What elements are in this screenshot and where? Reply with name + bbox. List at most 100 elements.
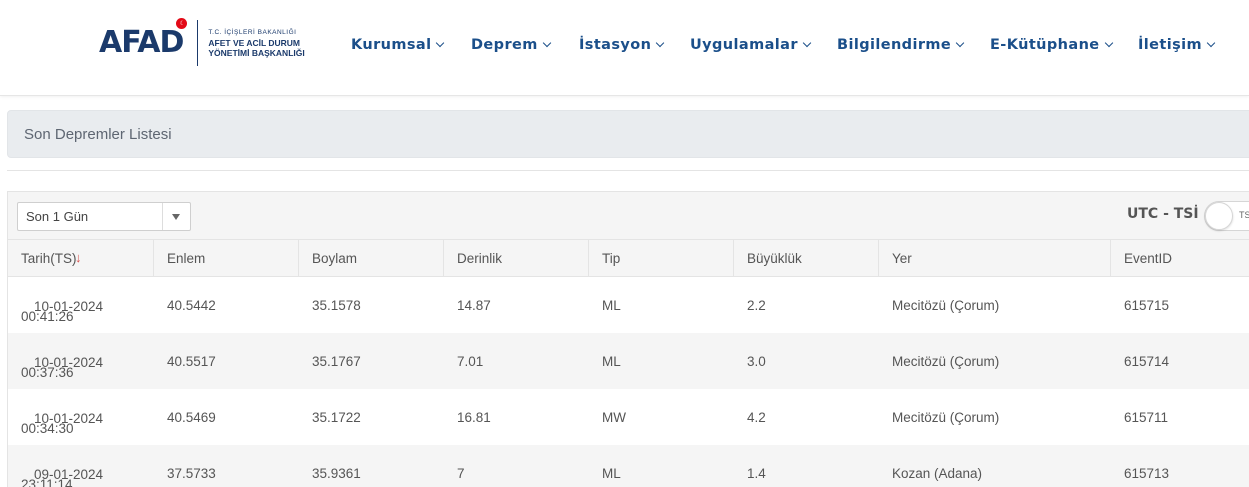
- chevron-down-icon: [802, 38, 812, 48]
- sort-desc-icon[interactable]: ↓: [75, 250, 82, 265]
- earthquake-table-panel: Son 1 Gün UTC - TSİ TSİ Tarih(TS) ↓ Enle…: [7, 191, 1249, 487]
- cell-date: 09-01-2024 23:11:14: [8, 445, 154, 487]
- logo-title-line2: YÖNETİMİ BAŞKANLIĞI: [208, 48, 305, 58]
- crescent-star-icon: ☾: [176, 18, 188, 29]
- date-text: 09-01-2024: [34, 467, 104, 482]
- chevron-down-icon: [656, 38, 665, 48]
- column-header-date[interactable]: Tarih(TS) ↓: [8, 240, 154, 277]
- nav-label: İstasyon: [579, 37, 652, 53]
- column-header-event-id[interactable]: EventID: [1111, 240, 1249, 277]
- column-label: Boylam: [312, 251, 358, 266]
- cell-date: 10-01-2024 00:37:36: [8, 333, 154, 389]
- event-id-text: 615711: [1124, 410, 1169, 425]
- logo-divider: [197, 20, 199, 66]
- event-id-text: 615713: [1124, 466, 1170, 481]
- latitude-text: 40.5517: [167, 354, 216, 369]
- location-text: Mecitözü (Çorum): [892, 354, 1000, 369]
- page-title-bar: Son Depremler Listesi: [7, 110, 1249, 158]
- toggle-text: TSİ: [1239, 210, 1249, 220]
- chevron-down-icon: [436, 38, 445, 48]
- column-label: Tarih(TS): [21, 251, 77, 266]
- nav-item-deprem[interactable]: Deprem: [471, 37, 551, 53]
- event-id-text: 615714: [1124, 354, 1170, 369]
- nav-item-iletisim[interactable]: İletişim: [1138, 37, 1216, 53]
- site-header: AFAD ☾ T.C. İÇİŞLERİ BAKANLIĞI AFET VE A…: [0, 0, 1249, 96]
- column-header-depth[interactable]: Derinlik: [444, 240, 589, 277]
- nav-label: Uygulamalar: [690, 37, 798, 53]
- depth-text: 16.81: [457, 410, 491, 425]
- date-text: 10-01-2024: [34, 411, 104, 426]
- type-text: MW: [602, 410, 626, 425]
- logo-mark: AFAD ☾: [99, 18, 188, 68]
- magnitude-text: 1.4: [747, 466, 766, 481]
- table-row[interactable]: 10-01-2024 00:37:36 40.5517 35.1767 7.01 …: [8, 333, 1249, 389]
- chevron-down-icon: [1206, 38, 1216, 48]
- magnitude-text: 2.2: [747, 298, 766, 313]
- nav-item-e-kutuphane[interactable]: E-Kütüphane: [990, 37, 1113, 53]
- nav-item-kurumsal[interactable]: Kurumsal: [351, 37, 445, 53]
- nav-label: İletişim: [1138, 37, 1203, 53]
- logo-title-line1: AFET VE ACİL DURUM: [208, 38, 301, 48]
- latitude-text: 37.5733: [167, 466, 216, 481]
- magnitude-text: 4.2: [747, 410, 766, 425]
- chevron-down-icon: [1104, 38, 1113, 48]
- logo-text: T.C. İÇİŞLERİ BAKANLIĞI AFET VE ACİL DUR…: [208, 28, 304, 58]
- depth-text: 7.01: [457, 354, 484, 369]
- latitude-text: 40.5469: [167, 410, 216, 425]
- section-divider: [7, 170, 1249, 171]
- nav-label: Deprem: [471, 37, 538, 53]
- caret-down-icon: [172, 214, 180, 220]
- event-id-text: 615715: [1124, 298, 1170, 313]
- longitude-text: 35.1722: [312, 410, 361, 425]
- column-label: Enlem: [167, 251, 206, 266]
- nav-item-istasyon[interactable]: İstasyon: [579, 37, 665, 53]
- depth-text: 7: [457, 466, 465, 481]
- column-header-latitude[interactable]: Enlem: [154, 240, 299, 277]
- date-text: 10-01-2024: [34, 355, 104, 370]
- location-text: Kozan (Adana): [892, 466, 983, 481]
- utc-tsi-toggle[interactable]: TSİ: [1204, 201, 1249, 231]
- utc-tsi-label: UTC - TSİ: [1127, 206, 1199, 222]
- nav-item-bilgilendirme[interactable]: Bilgilendirme: [837, 37, 965, 53]
- column-header-type[interactable]: Tip: [589, 240, 734, 277]
- column-header-longitude[interactable]: Boylam: [299, 240, 444, 277]
- column-label: Yer: [892, 251, 912, 266]
- magnitude-text: 3.0: [747, 354, 766, 369]
- afad-logo[interactable]: AFAD ☾ T.C. İÇİŞLERİ BAKANLIĞI AFET VE A…: [99, 18, 305, 68]
- logo-wordmark: AFAD: [99, 25, 184, 60]
- dropdown-button[interactable]: [162, 203, 190, 230]
- logo-ministry: T.C. İÇİŞLERİ BAKANLIĞI: [208, 29, 297, 36]
- nav-item-uygulamalar[interactable]: Uygulamalar: [690, 37, 812, 53]
- table-row[interactable]: 09-01-2024 23:11:14 37.5733 35.9361 7 ML …: [8, 445, 1249, 487]
- longitude-text: 35.1578: [312, 298, 361, 313]
- table-row[interactable]: 10-01-2024 00:41:26 40.5442 35.1578 14.87…: [8, 277, 1249, 333]
- column-header-magnitude[interactable]: Büyüklük: [734, 240, 879, 277]
- page-title: Son Depremler Listesi: [24, 126, 172, 143]
- type-text: ML: [602, 298, 621, 313]
- location-text: Mecitözü (Çorum): [892, 410, 1000, 425]
- column-label: Büyüklük: [747, 251, 802, 266]
- column-label: Derinlik: [457, 251, 503, 266]
- date-text: 10-01-2024: [34, 299, 104, 314]
- table-header: Tarih(TS) ↓ Enlem Boylam Derinlik Tip Bü…: [8, 239, 1249, 277]
- type-text: ML: [602, 354, 621, 369]
- column-label: EventID: [1124, 251, 1173, 266]
- toggle-knob[interactable]: [1205, 202, 1233, 230]
- longitude-text: 35.1767: [312, 354, 361, 369]
- type-text: ML: [602, 466, 621, 481]
- time-range-select[interactable]: Son 1 Gün: [17, 202, 191, 231]
- latitude-text: 40.5442: [167, 298, 216, 313]
- table-row[interactable]: 10-01-2024 00:34:30 40.5469 35.1722 16.81…: [8, 389, 1249, 445]
- longitude-text: 35.9361: [312, 466, 361, 481]
- chevron-down-icon: [542, 38, 551, 48]
- time-range-value: Son 1 Gün: [26, 209, 89, 224]
- chevron-down-icon: [955, 38, 965, 48]
- nav-label: E-Kütüphane: [990, 37, 1100, 53]
- column-label: Tip: [602, 251, 621, 266]
- depth-text: 14.87: [457, 298, 491, 313]
- nav-label: Bilgilendirme: [837, 37, 952, 53]
- nav-label: Kurumsal: [351, 37, 432, 53]
- column-header-location[interactable]: Yer: [879, 240, 1111, 277]
- cell-date: 10-01-2024 00:41:26: [8, 277, 154, 333]
- location-text: Mecitözü (Çorum): [892, 298, 1000, 313]
